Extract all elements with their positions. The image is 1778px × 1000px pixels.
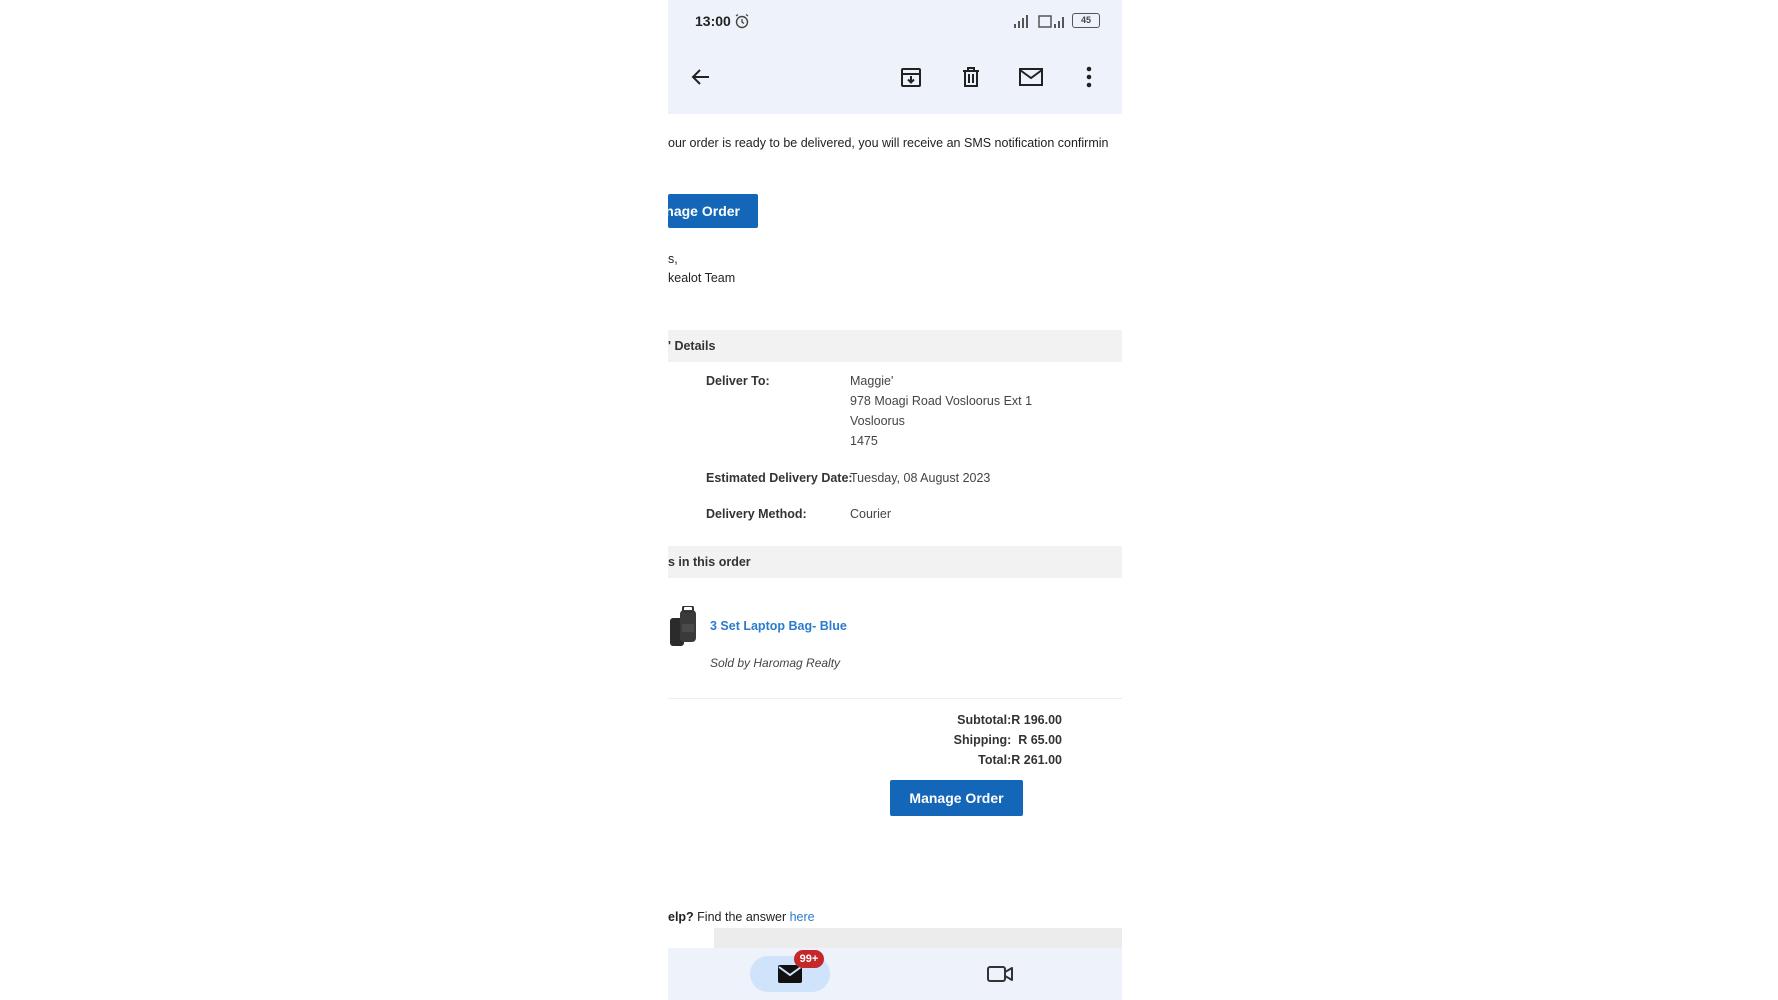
address-code: 1475 (850, 434, 878, 448)
status-icons: 45 (1010, 13, 1100, 28)
help-text: Find the answer (693, 910, 790, 924)
wifi-icon (1038, 14, 1064, 28)
product-seller: Sold by Haromag Realty (710, 656, 841, 670)
alarm-icon (735, 13, 749, 29)
method-label: Delivery Method: (706, 507, 807, 521)
more-vert-icon (1086, 66, 1092, 88)
method-value: Courier (850, 507, 891, 521)
total: Total:R 261.00 (978, 753, 1062, 767)
delivery-details-header: ' Details (668, 330, 1122, 362)
order-totals: Subtotal:R 196.00 Shipping: R 65.00 Tota… (954, 710, 1062, 770)
manage-order-button-bottom[interactable]: Manage Order (890, 780, 1023, 816)
more-options-button[interactable] (1074, 62, 1104, 92)
intro-text: our order is ready to be delivered, you … (668, 136, 1109, 150)
est-date-value: Tuesday, 08 August 2023 (850, 471, 991, 485)
manage-order-label: nage Order (668, 203, 740, 219)
video-icon[interactable] (986, 962, 1014, 986)
trash-icon (963, 67, 979, 87)
deliver-to-address: Maggie' 978 Moagi Road Vosloorus Ext 1 V… (850, 371, 1032, 451)
back-button[interactable] (686, 62, 716, 92)
deliver-to-label: Deliver To: (706, 374, 770, 388)
archive-button[interactable] (896, 62, 926, 92)
phone-screen: 13:00 45 our order is ready to be delive… (668, 0, 1122, 1000)
divider (668, 698, 1122, 699)
items-header: s in this order (668, 546, 1122, 578)
address-street: 978 Moagi Road Vosloorus Ext 1 (850, 394, 1033, 408)
mail-icon (1019, 68, 1043, 86)
help-prefix: elp? (668, 910, 694, 924)
battery-icon: 45 (1072, 13, 1100, 28)
signoff-line-2: kealot Team (668, 271, 736, 285)
manage-order-button-top[interactable]: nage Order (668, 194, 758, 228)
help-link[interactable]: here (790, 910, 815, 924)
subtotal: Subtotal:R 196.00 (957, 713, 1062, 727)
help-line: elp? Find the answer here (668, 910, 815, 924)
back-arrow-icon (691, 69, 709, 85)
email-toolbar (668, 44, 1122, 114)
mark-unread-button[interactable] (1016, 62, 1046, 92)
address-name: Maggie' (850, 374, 894, 388)
unread-badge: 99+ (794, 950, 824, 968)
status-bar: 13:00 45 (668, 0, 1122, 44)
battery-level: 45 (1080, 15, 1091, 25)
delete-button[interactable] (956, 62, 986, 92)
signal-icon (1014, 14, 1028, 28)
est-date-label: Estimated Delivery Date: (706, 471, 853, 485)
signoff: s, kealot Team (668, 250, 735, 288)
address-suburb: Vosloorus (850, 414, 905, 428)
status-time: 13:00 (695, 13, 731, 29)
archive-icon (901, 68, 921, 87)
product-image (670, 606, 696, 646)
shipping: Shipping: R 65.00 (953, 733, 1062, 747)
product-link[interactable]: 3 Set Laptop Bag- Blue (710, 619, 847, 633)
signoff-line-1: s, (668, 252, 678, 266)
footer-strip (714, 928, 1122, 948)
manage-order-label-bottom: Manage Order (909, 790, 1004, 806)
bottom-nav: 99+ (668, 948, 1122, 1000)
